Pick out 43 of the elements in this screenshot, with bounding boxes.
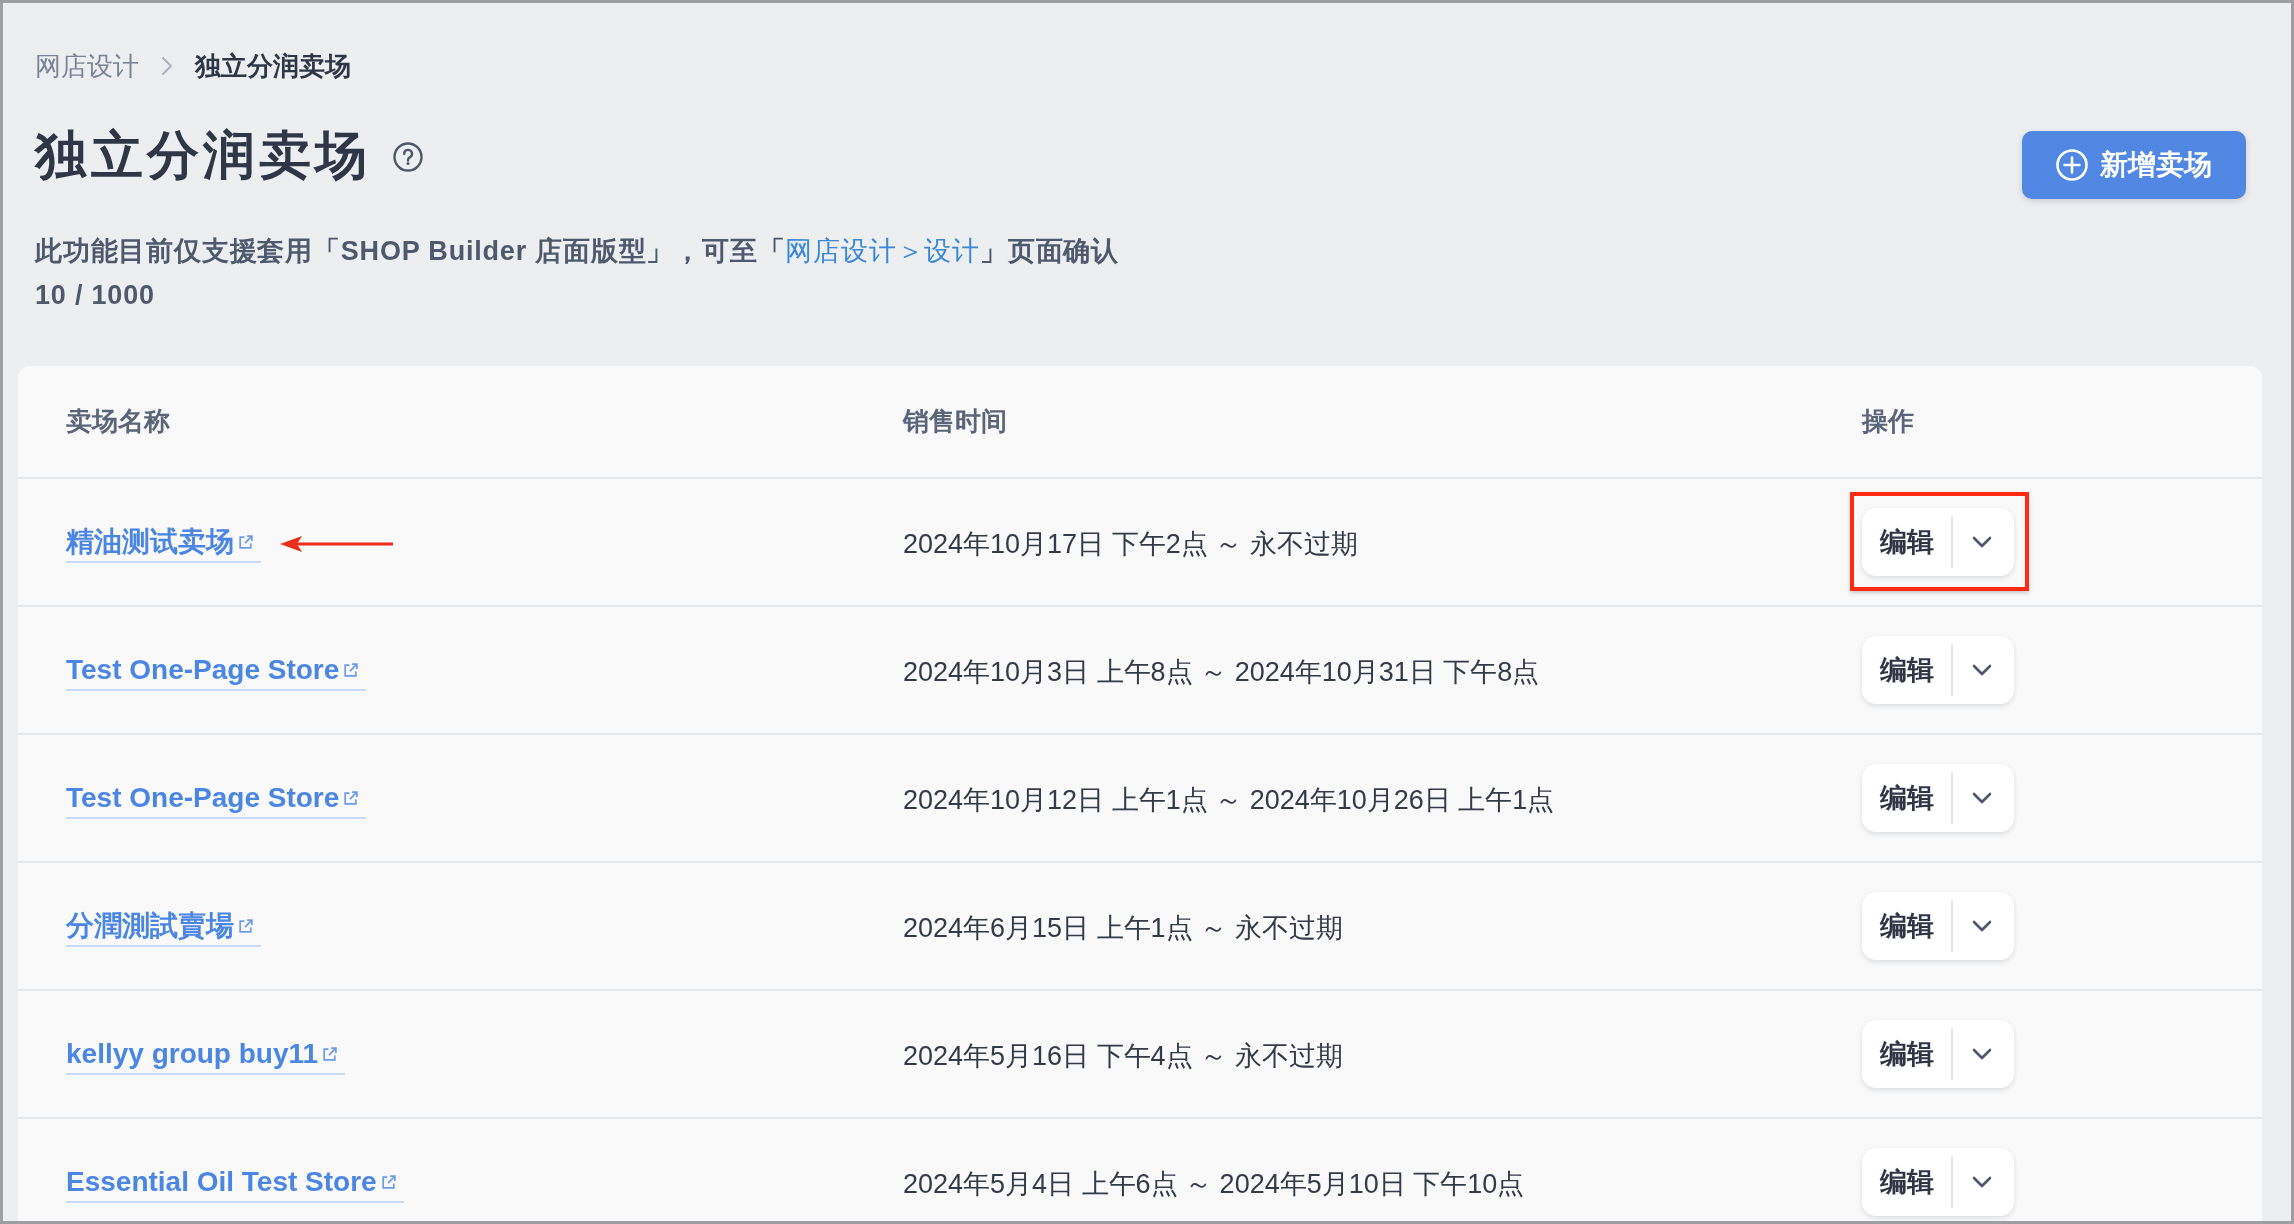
caret-down-icon xyxy=(1971,920,1992,932)
external-link-icon xyxy=(379,1173,397,1191)
caret-down-icon xyxy=(1971,1048,1992,1060)
external-link-icon xyxy=(237,917,254,935)
caret-down-icon xyxy=(1971,536,1992,548)
store-link[interactable]: Essential Oil Test Store xyxy=(66,1165,404,1203)
breadcrumb-item[interactable]: 网店设计 xyxy=(35,50,139,82)
caret-down-icon xyxy=(1971,792,1992,804)
column-header: 销售时间 xyxy=(903,405,1007,438)
column-header: 卖场名称 xyxy=(66,405,170,438)
edit-button[interactable]: 编辑 xyxy=(1862,508,1951,576)
sale-time: 2024年10月12日 上午1点 ～ 2024年10月26日 上午1点 xyxy=(903,783,1555,817)
edit-button[interactable]: 编辑 xyxy=(1862,636,1951,704)
external-link-icon xyxy=(237,533,254,551)
new-store-button[interactable]: 新增卖场 xyxy=(2022,131,2246,199)
store-link[interactable]: Test One-Page Store xyxy=(66,653,367,691)
external-link-icon xyxy=(321,1045,339,1063)
sale-time: 2024年5月4日 上午6点 ～ 2024年5月10日 下午10点 xyxy=(903,1167,1525,1201)
sale-time: 2024年6月15日 上午1点 ～ 永不过期 xyxy=(903,911,1343,945)
column-header: 操作 xyxy=(1862,405,1914,438)
edit-button[interactable]: 编辑 xyxy=(1862,764,1951,832)
caret-down-icon xyxy=(1971,1176,1992,1188)
edit-button[interactable]: 编辑 xyxy=(1862,1148,1951,1216)
description-text: 此功能目前仅支援套用「SHOP Builder 店面版型」，可至「网店设计＞设计」页面确认 xyxy=(35,235,1120,268)
external-link-icon xyxy=(342,789,360,807)
edit-button[interactable]: 编辑 xyxy=(1862,1020,1951,1088)
sale-time: 2024年10月3日 上午8点 ～ 2024年10月31日 下午8点 xyxy=(903,655,1540,689)
sale-time: 2024年5月16日 下午4点 ～ 永不过期 xyxy=(903,1039,1343,1073)
external-link-icon xyxy=(342,661,360,679)
page-title: 独立分润卖场 xyxy=(35,125,371,186)
quota-count: 10 / 1000 xyxy=(35,279,156,312)
edit-button[interactable]: 编辑 xyxy=(1862,892,1951,960)
plus-circle-icon xyxy=(2056,149,2088,181)
store-link[interactable]: Test One-Page Store xyxy=(66,781,367,819)
chevron-right-icon xyxy=(161,56,173,76)
store-link[interactable]: 精油测试卖场 xyxy=(66,525,261,563)
help-icon[interactable] xyxy=(393,142,423,172)
sale-time: 2024年10月17日 下午2点 ～ 永不过期 xyxy=(903,527,1358,561)
design-page-link[interactable]: 网店设计＞设计 xyxy=(785,236,981,266)
store-link[interactable]: kellyy group buy11 xyxy=(66,1037,346,1075)
store-link[interactable]: 分潤測試賣場 xyxy=(66,909,261,947)
caret-down-icon xyxy=(1971,664,1992,676)
breadcrumb-item: 独立分润卖场 xyxy=(195,50,351,82)
